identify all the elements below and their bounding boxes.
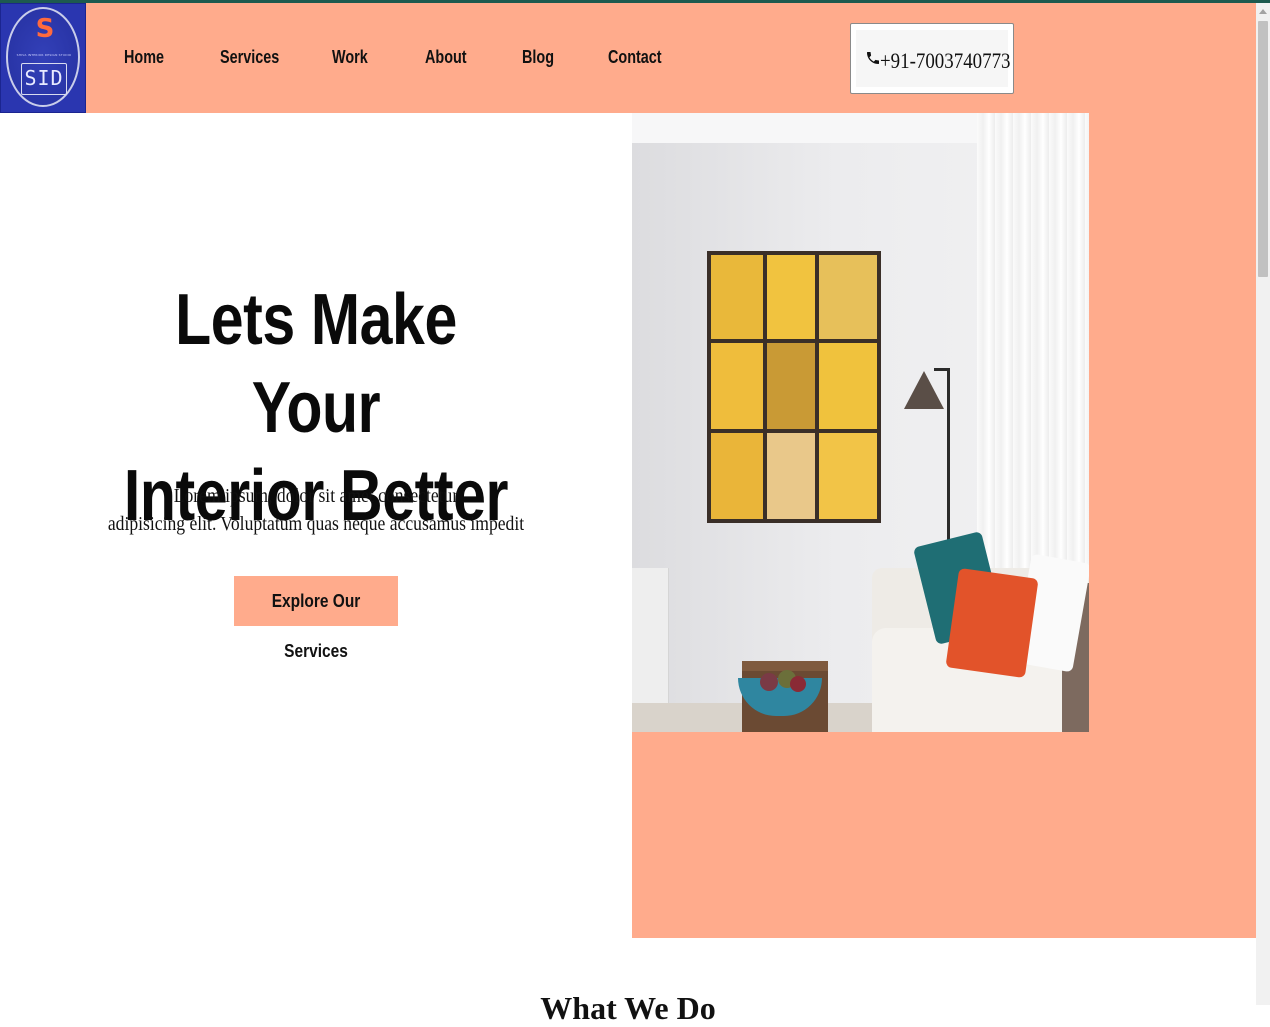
hero-image (632, 113, 1089, 732)
phone-number: +91-7003740773 (880, 48, 1011, 73)
logo-tagline: SHIVA INTERIOR DESIGN STUDIO (16, 53, 72, 57)
explore-services-button[interactable]: Explore Our Services (234, 576, 398, 661)
nav-services[interactable]: Services (220, 47, 279, 68)
site-header: S SHIVA INTERIOR DESIGN STUDIO SID Home … (0, 3, 1256, 113)
hero-subtitle: Lorem ipsum, dolor sit amet consectetur … (105, 482, 527, 538)
phone-icon (867, 52, 879, 64)
phone-button-inner: +91-7003740773 (856, 30, 1011, 87)
scroll-up-arrow-icon[interactable] (1256, 5, 1270, 19)
logo-emblem: S SHIVA INTERIOR DESIGN STUDIO SID (6, 7, 80, 107)
site-logo[interactable]: S SHIVA INTERIOR DESIGN STUDIO SID (0, 3, 86, 113)
hero-subtitle-line1: Lorem ipsum, dolor sit amet consectetur (173, 485, 459, 507)
section-title: What We Do (540, 990, 716, 1026)
logo-letter: S (35, 14, 55, 44)
logo-text: SID (21, 63, 67, 95)
nav-work[interactable]: Work (332, 47, 368, 68)
page-scrollbar[interactable] (1256, 3, 1270, 1005)
explore-services-label: Explore Our Services (271, 591, 361, 661)
hero-title-line1: Lets Make Your (175, 280, 457, 448)
wall-art (707, 251, 881, 523)
scrollbar-thumb[interactable] (1258, 21, 1268, 277)
nav-contact[interactable]: Contact (608, 47, 662, 68)
nav-home[interactable]: Home (124, 47, 164, 68)
phone-button[interactable]: +91-7003740773 (850, 23, 1014, 94)
nav-about[interactable]: About (425, 47, 467, 68)
nav-blog[interactable]: Blog (522, 47, 554, 68)
hero-subtitle-line2: adipisicing elit. Voluptatum quas neque … (107, 513, 525, 535)
